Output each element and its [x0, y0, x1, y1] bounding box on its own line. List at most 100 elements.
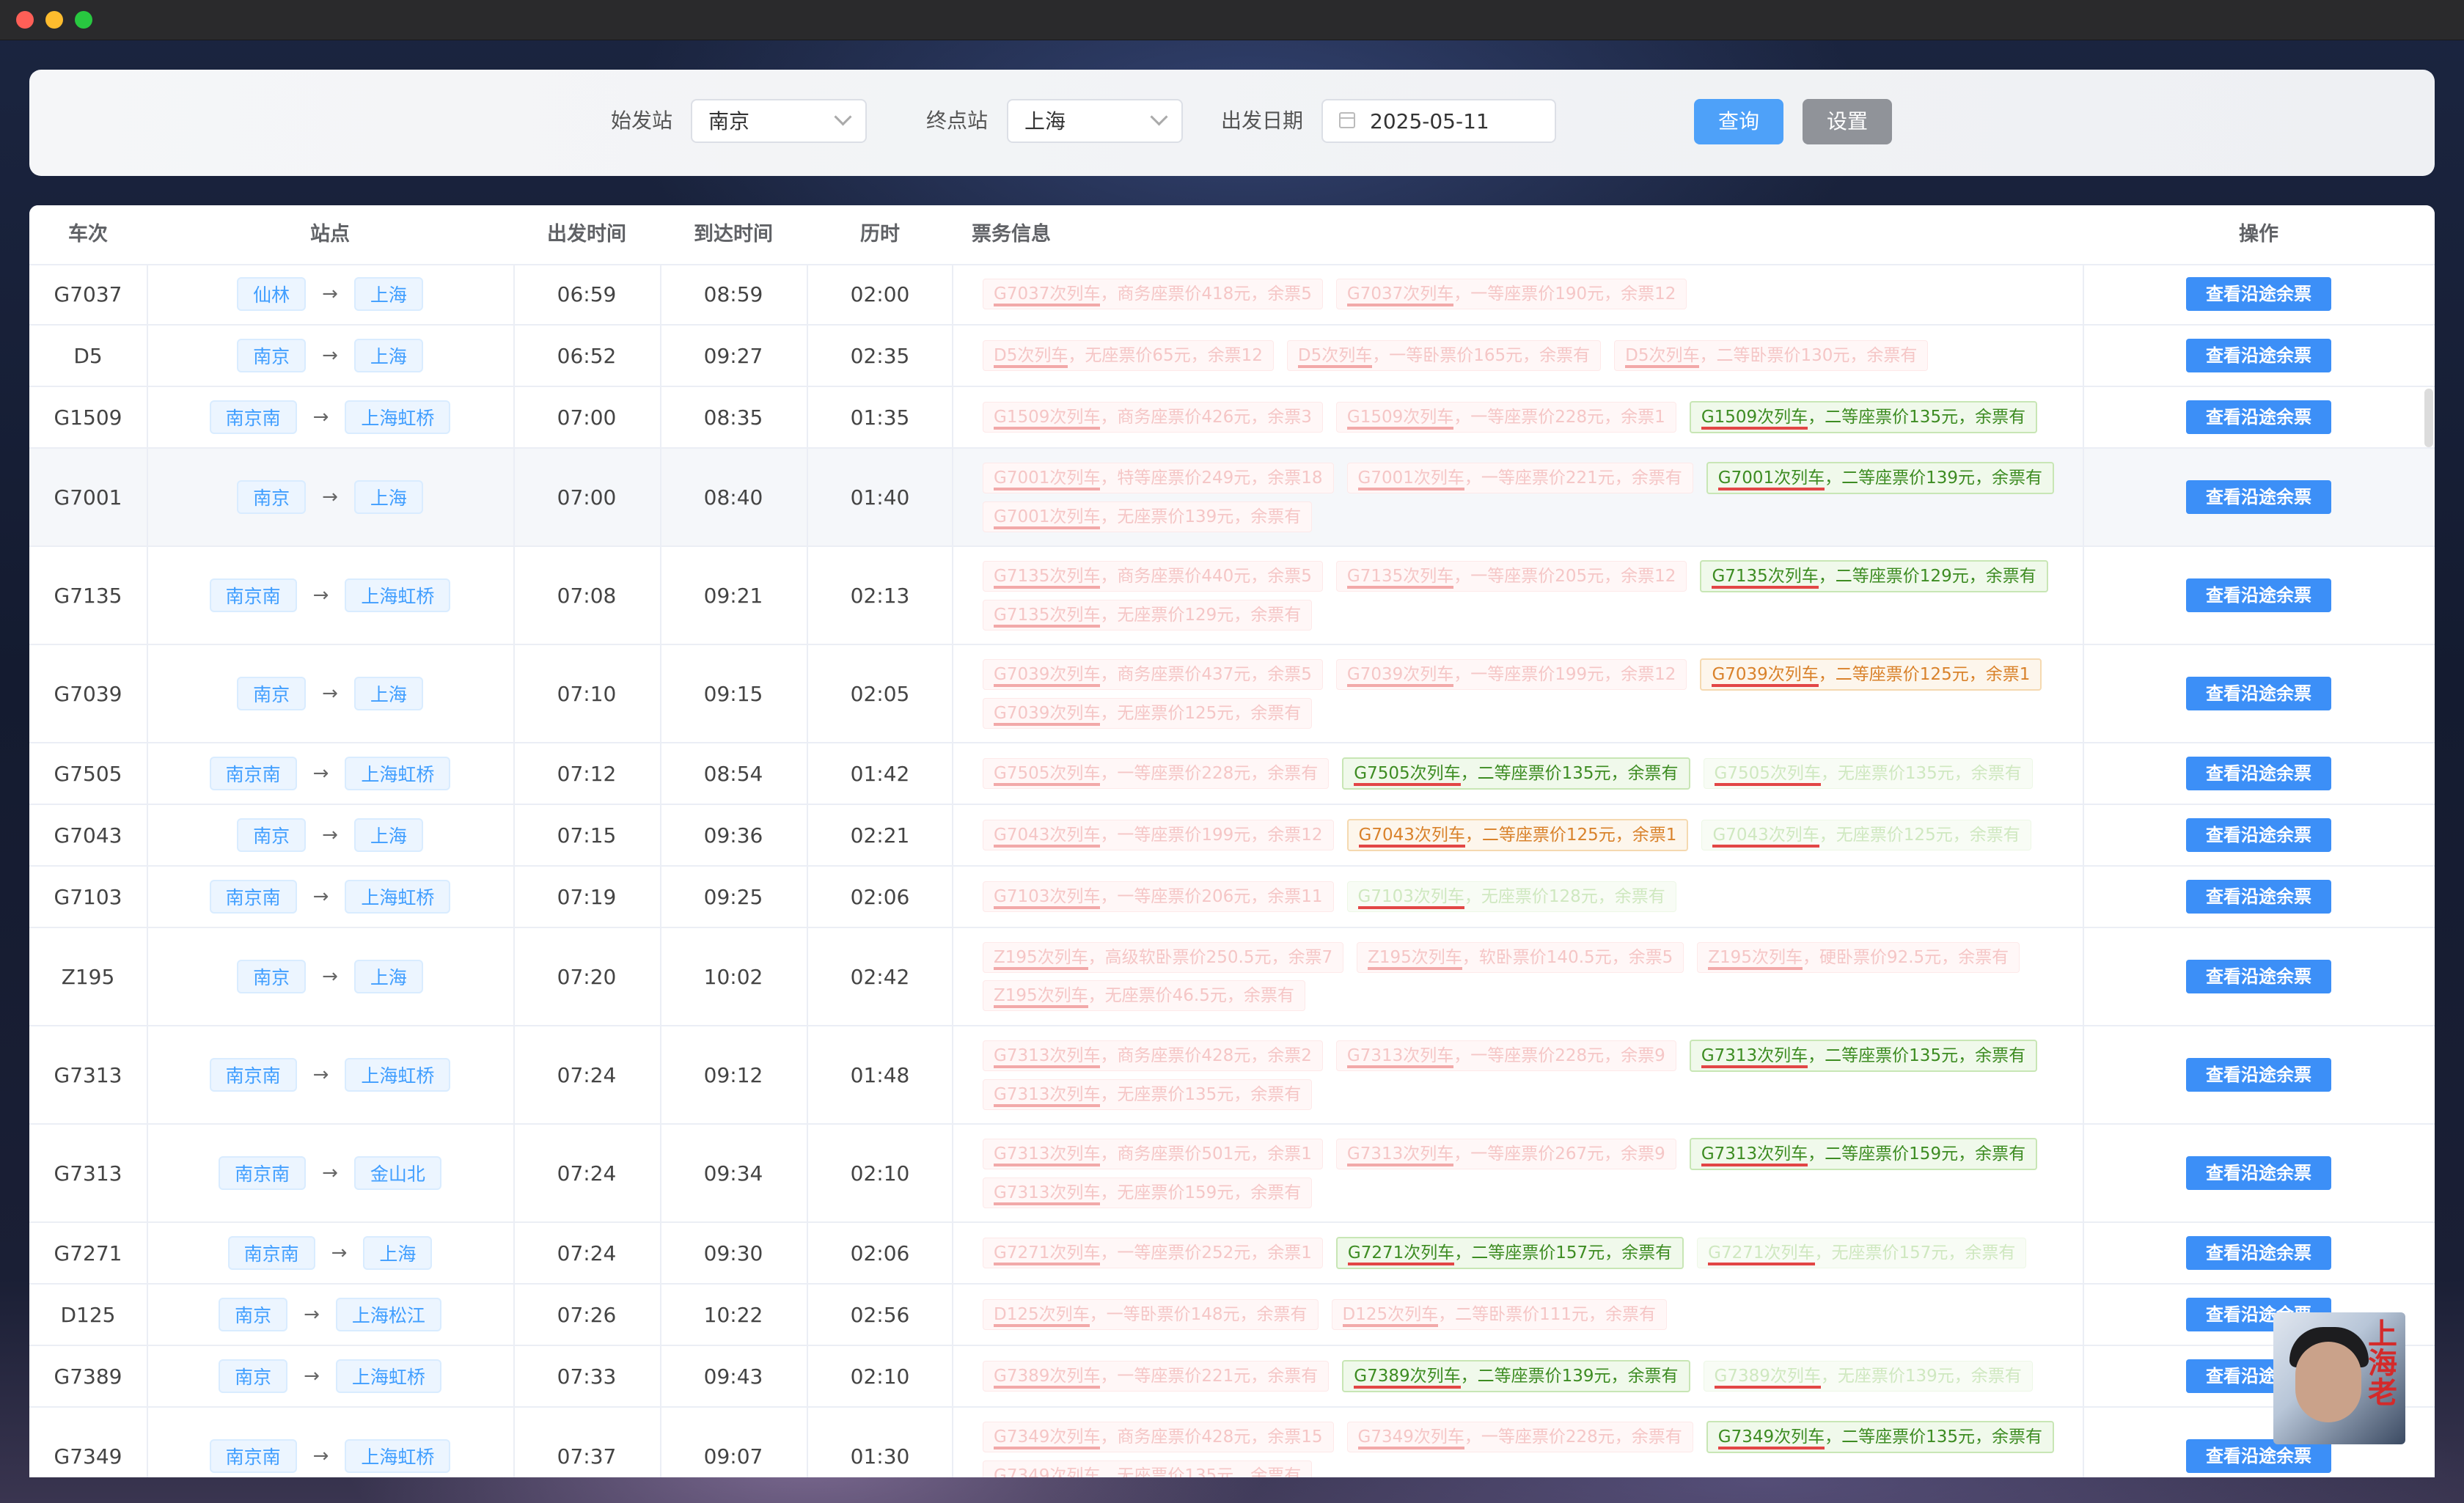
from-station-tag: 仙林: [237, 277, 307, 311]
arrow-right-icon: →: [322, 966, 338, 988]
ticket-tag: G7039次列车，商务座票价437元，余票5: [983, 659, 1323, 690]
arrival-time: 08:59: [703, 282, 763, 306]
table-row[interactable]: G1509 南京南 → 上海虹桥 07:00 08:35 01:35 G1509…: [29, 387, 2435, 449]
arrow-right-icon: →: [322, 683, 338, 705]
settings-button[interactable]: 设置: [1803, 99, 1892, 144]
action-cell: 查看沿途余票: [2083, 547, 2435, 644]
table-row[interactable]: D5 南京 → 上海 06:52 09:27 02:35 D5次列车，无座票价6…: [29, 326, 2435, 387]
station-route: 南京南 → 上海虹桥: [147, 1026, 513, 1123]
view-remaining-tickets-button[interactable]: 查看沿途余票: [2186, 400, 2331, 434]
duration: 02:35: [850, 343, 910, 368]
view-remaining-tickets-button[interactable]: 查看沿途余票: [2186, 880, 2331, 914]
to-station-tag: 上海: [363, 1236, 433, 1270]
to-station-tag: 上海: [353, 339, 423, 372]
chevron-down-icon: [1150, 108, 1168, 126]
ticket-tag: D5次列车，无座票价65元，余票12: [983, 340, 1274, 371]
train-number: G7103: [54, 884, 122, 909]
table-row[interactable]: G7505 南京南 → 上海虹桥 07:12 08:54 01:42 G7505…: [29, 743, 2435, 805]
view-remaining-tickets-button[interactable]: 查看沿途余票: [2186, 480, 2331, 514]
view-remaining-tickets-button[interactable]: 查看沿途余票: [2186, 578, 2331, 612]
departure-time: 06:52: [557, 343, 617, 368]
ticket-tag: G7135次列车，商务座票价440元，余票5: [983, 561, 1323, 592]
ticket-tag: G7037次列车，一等座票价190元，余票12: [1335, 279, 1687, 309]
arrival-time: 09:25: [703, 884, 763, 909]
vertical-scrollbar[interactable]: [2424, 389, 2433, 447]
arrow-right-icon: →: [322, 824, 338, 846]
action-cell: 查看沿途余票: [2083, 326, 2435, 386]
ticket-tag: G7037次列车，商务座票价418元，余票5: [983, 279, 1323, 309]
table-row[interactable]: G7313 南京南 → 上海虹桥 07:24 09:12 01:48 G7313…: [29, 1026, 2435, 1125]
view-remaining-tickets-button[interactable]: 查看沿途余票: [2186, 818, 2331, 852]
from-station-tag: 南京南: [209, 880, 297, 914]
date-label: 出发日期: [1221, 109, 1304, 133]
station-route: 仙林 → 上海: [147, 264, 513, 324]
ticket-tag: Z195次列车，高级软卧票价250.5元，余票7: [983, 942, 1344, 973]
action-cell: 查看沿途余票: [2083, 805, 2435, 865]
departure-time: 07:12: [557, 761, 617, 786]
minimize-window-button[interactable]: [45, 11, 63, 29]
ticket-info: G7043次列车，一等座票价199元，余票12 G7043次列车，二等座票价125…: [983, 805, 2105, 865]
table-row[interactable]: D125 南京 → 上海松江 07:26 10:22 02:56 D125次列车…: [29, 1285, 2435, 1346]
departure-time: 07:37: [557, 1444, 617, 1469]
table-row[interactable]: G7271 南京南 → 上海 07:24 09:30 02:06 G7271次列…: [29, 1223, 2435, 1285]
from-station-tag: 南京: [237, 960, 307, 993]
view-remaining-tickets-button[interactable]: 查看沿途余票: [2186, 277, 2331, 311]
floating-avatar[interactable]: 上海老: [2273, 1312, 2405, 1444]
arrival-time: 08:35: [703, 405, 763, 430]
to-station-value: 上海: [1024, 109, 1066, 133]
view-remaining-tickets-button[interactable]: 查看沿途余票: [2186, 1156, 2331, 1190]
ticket-tag: G7001次列车，无座票价139元，余票有: [983, 501, 1313, 532]
ticket-tag: G7001次列车，二等座票价139元，余票有: [1706, 462, 2055, 494]
from-station-select[interactable]: 南京: [691, 99, 867, 143]
from-station-tag: 南京: [237, 339, 307, 372]
arrival-time: 09:30: [703, 1241, 763, 1265]
duration: 02:10: [850, 1161, 910, 1186]
to-station-tag: 上海虹桥: [345, 880, 451, 914]
query-button[interactable]: 查询: [1694, 99, 1783, 144]
view-remaining-tickets-button[interactable]: 查看沿途余票: [2186, 960, 2331, 993]
view-remaining-tickets-button[interactable]: 查看沿途余票: [2186, 1236, 2331, 1270]
close-window-button[interactable]: [16, 11, 34, 29]
table-row[interactable]: G7103 南京南 → 上海虹桥 07:19 09:25 02:06 G7103…: [29, 867, 2435, 928]
header-ticket-info: 票务信息: [972, 223, 1051, 246]
ticket-tag: D5次列车，二等卧票价130元，余票有: [1614, 340, 1929, 371]
table-row[interactable]: G7043 南京 → 上海 07:15 09:36 02:21 G7043次列车…: [29, 805, 2435, 867]
ticket-tag: G1509次列车，二等座票价135元，余票有: [1689, 401, 2038, 433]
departure-time: 07:00: [557, 485, 617, 510]
duration: 01:40: [850, 485, 910, 510]
table-row[interactable]: G7389 南京 → 上海虹桥 07:33 09:43 02:10 G7389次…: [29, 1346, 2435, 1408]
from-station-tag: 南京: [237, 818, 307, 852]
from-station-tag: 南京南: [209, 578, 297, 612]
ticket-info: G7271次列车，一等座票价252元，余票1 G7271次列车，二等座票价157元…: [983, 1223, 2105, 1283]
header-station: 站点: [310, 223, 350, 246]
arrow-right-icon: →: [331, 1242, 348, 1264]
table-row[interactable]: G7001 南京 → 上海 07:00 08:40 01:40 G7001次列车…: [29, 449, 2435, 547]
duration: 01:48: [850, 1062, 910, 1087]
date-picker[interactable]: 2025-05-11: [1321, 99, 1556, 143]
duration: 02:06: [850, 1241, 910, 1265]
table-row[interactable]: G7037 仙林 → 上海 06:59 08:59 02:00 G7037次列车…: [29, 264, 2435, 326]
date-value: 2025-05-11: [1370, 109, 1489, 133]
table-row[interactable]: G7135 南京南 → 上海虹桥 07:08 09:21 02:13 G7135…: [29, 547, 2435, 645]
action-cell: 查看沿途余票: [2083, 264, 2435, 324]
zoom-window-button[interactable]: [75, 11, 92, 29]
departure-time: 07:10: [557, 681, 617, 706]
view-remaining-tickets-button[interactable]: 查看沿途余票: [2186, 339, 2331, 372]
to-station-select[interactable]: 上海: [1007, 99, 1183, 143]
station-route: 南京 → 上海: [147, 805, 513, 865]
ticket-tag: G7313次列车，无座票价135元，余票有: [983, 1079, 1313, 1110]
departure-time: 07:24: [557, 1241, 617, 1265]
ticket-tag: Z195次列车，硬卧票价92.5元，余票有: [1697, 942, 2020, 973]
view-remaining-tickets-button[interactable]: 查看沿途余票: [2186, 1058, 2331, 1092]
from-station-tag: 南京南: [227, 1236, 315, 1270]
table-row[interactable]: G7039 南京 → 上海 07:10 09:15 02:05 G7039次列车…: [29, 645, 2435, 743]
ticket-tag: G7313次列车，二等座票价159元，余票有: [1689, 1138, 2038, 1170]
train-number: Z195: [61, 964, 115, 989]
table-header: 车次 站点 出发时间 到达时间 历时 票务信息 操作: [29, 205, 2435, 265]
table-row[interactable]: G7349 南京南 → 上海虹桥 07:37 09:07 01:30 G7349…: [29, 1408, 2435, 1477]
view-remaining-tickets-button[interactable]: 查看沿途余票: [2186, 677, 2331, 710]
view-remaining-tickets-button[interactable]: 查看沿途余票: [2186, 757, 2331, 790]
table-row[interactable]: Z195 南京 → 上海 07:20 10:02 02:42 Z195次列车，高…: [29, 928, 2435, 1026]
ticket-tag: G7039次列车，无座票价125元，余票有: [983, 698, 1313, 729]
table-row[interactable]: G7313 南京南 → 金山北 07:24 09:34 02:10 G7313次…: [29, 1125, 2435, 1223]
